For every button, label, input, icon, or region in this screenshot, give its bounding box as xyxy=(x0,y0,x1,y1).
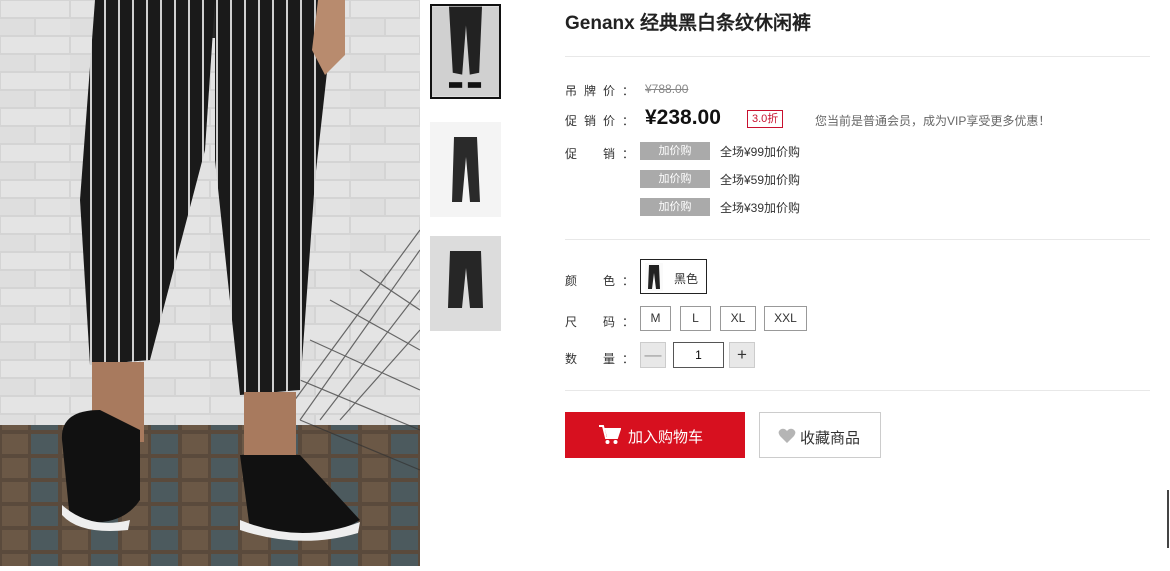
promotion-badge: 加价购 xyxy=(640,170,710,188)
quantity-label: 数 量： xyxy=(565,352,642,366)
color-option-black[interactable]: 黑色 xyxy=(640,259,707,294)
quantity-input[interactable] xyxy=(673,342,724,368)
tag-price: ¥788.00 xyxy=(645,82,689,96)
cart-icon xyxy=(599,425,622,449)
sale-price: ¥238.00 xyxy=(645,106,721,129)
promotion-badge: 加价购 xyxy=(640,142,710,160)
add-to-cart-label: 加入购物车 xyxy=(628,429,704,446)
thumbnail-3[interactable] xyxy=(430,236,501,331)
size-label: 尺 码： xyxy=(565,315,642,329)
divider xyxy=(565,56,1150,57)
add-to-cart-button[interactable]: 加入购物车 xyxy=(565,412,745,458)
scrollbar[interactable] xyxy=(1167,490,1169,548)
thumbnail-1[interactable] xyxy=(430,4,501,99)
main-product-image xyxy=(0,0,420,566)
size-option-xxl[interactable]: XXL xyxy=(764,306,807,331)
divider xyxy=(565,390,1150,391)
tag-price-label: 吊牌价： xyxy=(565,84,642,98)
promotion-text: 全场¥39加价购 xyxy=(720,201,801,215)
discount-badge: 3.0折 xyxy=(747,110,784,128)
promotion-badge: 加价购 xyxy=(640,198,710,216)
size-option-m[interactable]: M xyxy=(640,306,671,331)
divider xyxy=(565,239,1150,240)
favorite-button[interactable]: 收藏商品 xyxy=(759,412,881,458)
promotion-text: 全场¥99加价购 xyxy=(720,145,801,159)
product-photo xyxy=(0,0,420,566)
color-name: 黑色 xyxy=(674,272,699,286)
sale-price-label: 促销价： xyxy=(565,114,642,128)
promotion-text: 全场¥59加价购 xyxy=(720,173,801,187)
thumbnail-image xyxy=(430,236,501,331)
member-note: 您当前是普通会员，成为VIP享受更多优惠！ xyxy=(815,114,1051,128)
pants-icon xyxy=(648,265,660,289)
thumbnail-2[interactable] xyxy=(430,122,501,217)
quantity-increase-button[interactable]: + xyxy=(729,342,755,368)
color-label: 颜 色： xyxy=(565,274,642,288)
product-info-panel: Genanx 经典黑白条纹休闲裤 吊牌价： ¥788.00 促销价： ¥238.… xyxy=(565,0,1150,571)
color-swatch-image xyxy=(645,263,663,291)
product-title: Genanx 经典黑白条纹休闲裤 xyxy=(565,13,811,34)
size-option-xl[interactable]: XL xyxy=(720,306,756,331)
heart-icon xyxy=(778,428,796,448)
promotion-label: 促 销： xyxy=(565,147,642,161)
size-option-l[interactable]: L xyxy=(680,306,711,331)
thumbnail-image xyxy=(430,122,501,217)
quantity-decrease-button[interactable]: — xyxy=(640,342,666,368)
favorite-label: 收藏商品 xyxy=(800,430,861,447)
thumbnail-image xyxy=(432,6,499,97)
